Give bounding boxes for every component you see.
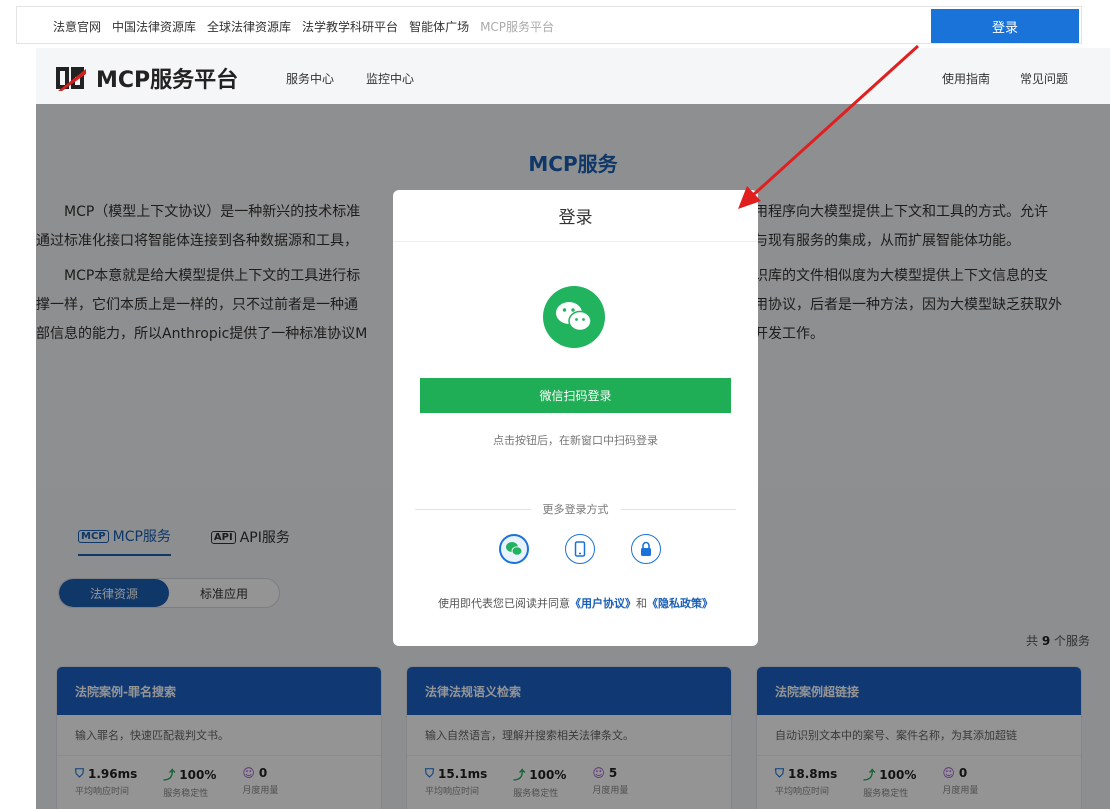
privacy-policy-link[interactable]: 《隐私政策》 xyxy=(647,597,713,610)
top-link-global-law[interactable]: 全球法律资源库 xyxy=(207,18,291,35)
lock-method-icon[interactable] xyxy=(631,534,661,564)
login-button[interactable]: 登录 xyxy=(931,9,1079,43)
login-hint: 点击按钮后，在新窗口中扫码登录 xyxy=(493,434,658,447)
nav-links: 服务中心 监控中心 xyxy=(286,70,414,87)
wechat-logo-icon xyxy=(543,286,605,348)
top-bar: 法意官网 中国法律资源库 全球法律资源库 法学教学科研平台 智能体广场 MCP服… xyxy=(0,0,1110,48)
wechat-method-icon[interactable] xyxy=(499,534,529,564)
top-link-china-law[interactable]: 中国法律资源库 xyxy=(112,18,196,35)
user-agreement-link[interactable]: 《用户协议》 xyxy=(570,597,636,610)
agree-prefix: 使用即代表您已阅读并同意 xyxy=(438,597,570,610)
more-methods-divider: 更多登录方式 xyxy=(415,502,736,516)
agree-and: 和 xyxy=(636,597,647,610)
nav-right-links: 使用指南 常见问题 xyxy=(942,70,1068,87)
main-nav: MCP服务平台 服务中心 监控中心 使用指南 常见问题 xyxy=(36,48,1110,108)
nav-monitor-center[interactable]: 监控中心 xyxy=(366,70,414,87)
nav-faq[interactable]: 常见问题 xyxy=(1020,70,1068,87)
more-methods-label: 更多登录方式 xyxy=(542,503,609,516)
brand-name: MCP服务平台 xyxy=(96,68,239,93)
top-link-teaching[interactable]: 法学教学科研平台 xyxy=(302,18,398,35)
phone-method-icon[interactable] xyxy=(565,534,595,564)
top-bar-inner: 法意官网 中国法律资源库 全球法律资源库 法学教学科研平台 智能体广场 MCP服… xyxy=(16,6,1082,44)
top-links: 法意官网 中国法律资源库 全球法律资源库 法学教学科研平台 智能体广场 MCP服… xyxy=(53,7,554,45)
login-modal: 登录 微信扫码登录 点击按钮后，在新窗口中扫码登录 更多登录方式 使用即代表您已… xyxy=(393,190,758,646)
nav-service-center[interactable]: 服务中心 xyxy=(286,70,334,87)
nav-guide[interactable]: 使用指南 xyxy=(942,70,990,87)
top-link-agents[interactable]: 智能体广场 xyxy=(409,18,469,35)
brand[interactable]: MCP服务平台 xyxy=(56,62,238,94)
agreement-text: 使用即代表您已阅读并同意《用户协议》和《隐私政策》 xyxy=(393,595,758,611)
login-methods xyxy=(499,534,661,564)
wechat-scan-login-button[interactable]: 微信扫码登录 xyxy=(420,378,731,413)
top-link-fayi[interactable]: 法意官网 xyxy=(53,18,101,35)
brand-logo-icon xyxy=(56,65,86,91)
top-link-mcp-current[interactable]: MCP服务平台 xyxy=(480,18,554,35)
modal-title: 登录 xyxy=(393,190,758,242)
